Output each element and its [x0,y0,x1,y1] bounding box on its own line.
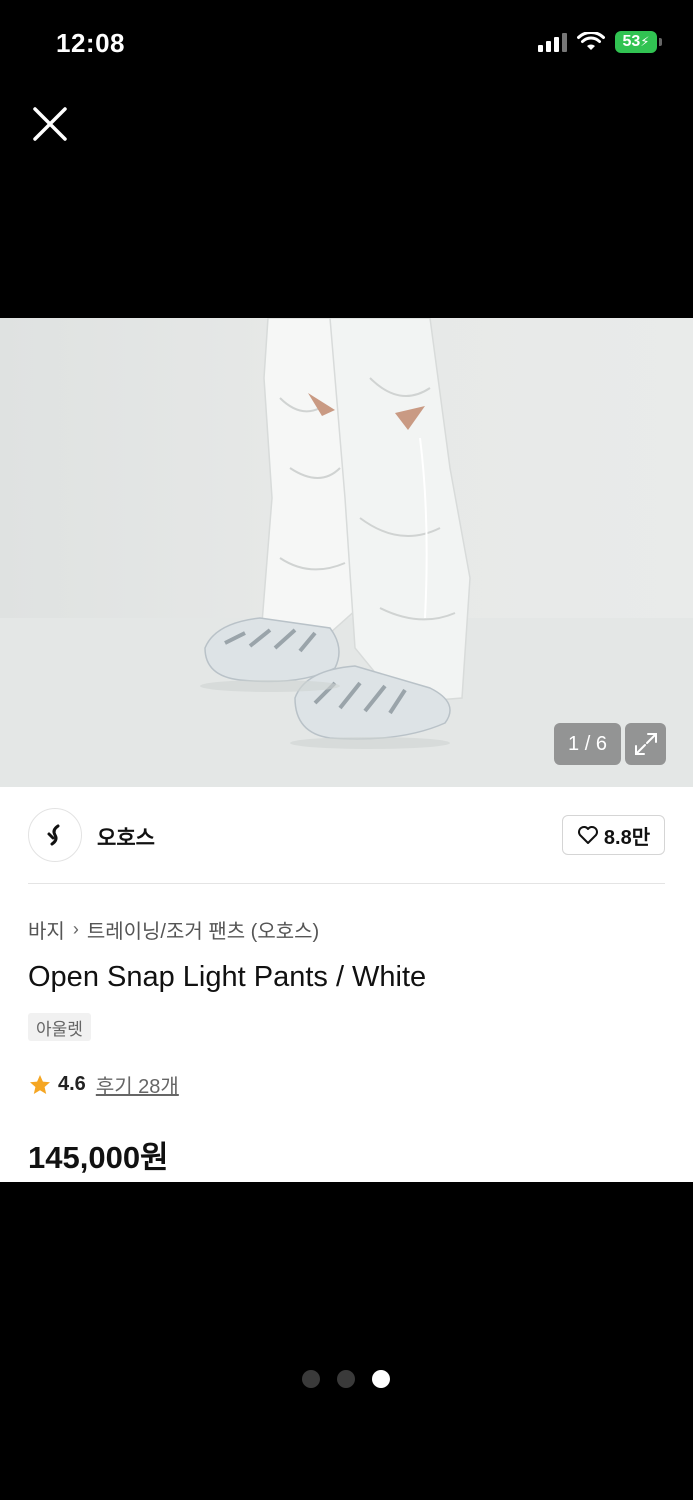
status-icons: 53 ⚡ [538,31,662,53]
page-indicator [302,1370,390,1388]
reviews-link[interactable]: 후기 28개 [96,1070,179,1099]
page-dot[interactable] [302,1370,320,1388]
breadcrumb-subcategory[interactable]: 트레이닝/조거 팬츠 (오호스) [87,915,319,944]
breadcrumb: 바지 › 트레이닝/조거 팬츠 (오호스) [28,915,319,944]
brand-logo-icon [47,824,60,846]
expand-icon [634,733,657,755]
battery-level: 53 [622,33,641,50]
expand-button[interactable] [625,723,666,765]
product-image[interactable] [0,318,693,787]
brand-name[interactable]: 오호스 [97,822,155,852]
breadcrumb-category[interactable]: 바지 [28,915,65,944]
star-icon [30,1074,50,1094]
page-dot[interactable] [337,1370,355,1388]
like-button[interactable]: 8.8만 [562,815,665,855]
close-button[interactable] [30,104,70,144]
outlet-tag: 아울렛 [28,1013,91,1041]
rating-score: 4.6 [58,1073,86,1095]
wifi-icon [577,32,605,50]
status-bar: 12:08 53 ⚡ [0,0,693,90]
charging-bolt-icon: ⚡ [640,34,650,49]
page-dot[interactable] [372,1370,390,1388]
close-icon [33,107,67,141]
divider [28,883,665,884]
chevron-right-icon: › [72,919,79,939]
image-counter: 1 / 6 [554,723,621,765]
like-count: 8.8만 [603,826,651,849]
battery-icon: 53 ⚡ [615,31,662,53]
rating: 4.6 후기 28개 [28,1070,179,1099]
status-time: 12:08 [56,28,125,58]
brand-logo[interactable] [28,808,82,862]
heart-icon [577,826,598,844]
cellular-signal-icon [538,32,567,52]
product-photo [0,318,693,787]
price: 145,000원 [28,1140,169,1175]
product-title: Open Snap Light Pants / White [28,961,427,993]
product-info-panel: 오호스 8.8만 바지 › 트레이닝/조거 팬츠 (오호스) Open Snap… [0,787,693,1182]
